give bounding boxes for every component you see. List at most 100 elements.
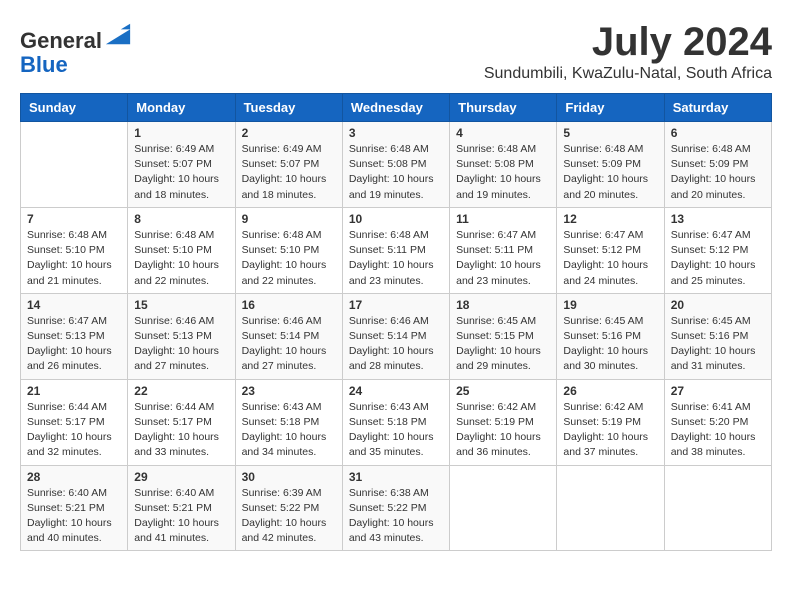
day-number: 5 [563, 126, 657, 140]
sunrise-text: Sunrise: 6:45 AM [671, 315, 751, 327]
day-number: 24 [349, 384, 443, 398]
table-row: 10 Sunrise: 6:48 AM Sunset: 5:11 PM Dayl… [342, 207, 449, 293]
daylight-text: Daylight: 10 hours and 18 minutes. [242, 173, 327, 200]
day-info: Sunrise: 6:48 AM Sunset: 5:08 PM Dayligh… [349, 142, 443, 203]
sunrise-text: Sunrise: 6:43 AM [242, 401, 322, 413]
table-row: 26 Sunrise: 6:42 AM Sunset: 5:19 PM Dayl… [557, 379, 664, 465]
day-info: Sunrise: 6:47 AM Sunset: 5:12 PM Dayligh… [671, 228, 765, 289]
daylight-text: Daylight: 10 hours and 23 minutes. [456, 259, 541, 286]
sunset-text: Sunset: 5:21 PM [27, 502, 105, 514]
sunrise-text: Sunrise: 6:48 AM [456, 143, 536, 155]
sunrise-text: Sunrise: 6:48 AM [134, 229, 214, 241]
table-row [664, 465, 771, 551]
day-number: 2 [242, 126, 336, 140]
day-number: 6 [671, 126, 765, 140]
table-row: 19 Sunrise: 6:45 AM Sunset: 5:16 PM Dayl… [557, 293, 664, 379]
day-info: Sunrise: 6:38 AM Sunset: 5:22 PM Dayligh… [349, 486, 443, 547]
table-row: 4 Sunrise: 6:48 AM Sunset: 5:08 PM Dayli… [450, 122, 557, 208]
daylight-text: Daylight: 10 hours and 38 minutes. [671, 431, 756, 458]
sunset-text: Sunset: 5:17 PM [27, 416, 105, 428]
sunrise-text: Sunrise: 6:47 AM [27, 315, 107, 327]
logo: General Blue [20, 20, 132, 77]
table-row: 23 Sunrise: 6:43 AM Sunset: 5:18 PM Dayl… [235, 379, 342, 465]
day-info: Sunrise: 6:48 AM Sunset: 5:10 PM Dayligh… [242, 228, 336, 289]
sunrise-text: Sunrise: 6:47 AM [563, 229, 643, 241]
day-number: 10 [349, 212, 443, 226]
day-number: 29 [134, 470, 228, 484]
sunset-text: Sunset: 5:14 PM [349, 330, 427, 342]
sunrise-text: Sunrise: 6:40 AM [134, 487, 214, 499]
calendar-week-2: 7 Sunrise: 6:48 AM Sunset: 5:10 PM Dayli… [21, 207, 772, 293]
day-info: Sunrise: 6:48 AM Sunset: 5:10 PM Dayligh… [27, 228, 121, 289]
day-info: Sunrise: 6:47 AM Sunset: 5:11 PM Dayligh… [456, 228, 550, 289]
daylight-text: Daylight: 10 hours and 19 minutes. [456, 173, 541, 200]
table-row: 25 Sunrise: 6:42 AM Sunset: 5:19 PM Dayl… [450, 379, 557, 465]
table-row: 29 Sunrise: 6:40 AM Sunset: 5:21 PM Dayl… [128, 465, 235, 551]
day-info: Sunrise: 6:40 AM Sunset: 5:21 PM Dayligh… [27, 486, 121, 547]
day-number: 17 [349, 298, 443, 312]
day-info: Sunrise: 6:42 AM Sunset: 5:19 PM Dayligh… [456, 400, 550, 461]
day-info: Sunrise: 6:45 AM Sunset: 5:16 PM Dayligh… [563, 314, 657, 375]
sunrise-text: Sunrise: 6:48 AM [671, 143, 751, 155]
logo-general: General [20, 28, 102, 53]
header-saturday: Saturday [664, 94, 771, 122]
sunset-text: Sunset: 5:08 PM [456, 158, 534, 170]
day-number: 25 [456, 384, 550, 398]
day-number: 1 [134, 126, 228, 140]
sunrise-text: Sunrise: 6:47 AM [456, 229, 536, 241]
calendar-week-4: 21 Sunrise: 6:44 AM Sunset: 5:17 PM Dayl… [21, 379, 772, 465]
sunset-text: Sunset: 5:18 PM [242, 416, 320, 428]
sunrise-text: Sunrise: 6:44 AM [27, 401, 107, 413]
header-tuesday: Tuesday [235, 94, 342, 122]
day-number: 12 [563, 212, 657, 226]
sunrise-text: Sunrise: 6:48 AM [563, 143, 643, 155]
header-thursday: Thursday [450, 94, 557, 122]
sunset-text: Sunset: 5:18 PM [349, 416, 427, 428]
daylight-text: Daylight: 10 hours and 42 minutes. [242, 517, 327, 544]
sunset-text: Sunset: 5:22 PM [242, 502, 320, 514]
sunset-text: Sunset: 5:10 PM [242, 244, 320, 256]
day-number: 18 [456, 298, 550, 312]
sunset-text: Sunset: 5:07 PM [134, 158, 212, 170]
day-number: 14 [27, 298, 121, 312]
table-row: 17 Sunrise: 6:46 AM Sunset: 5:14 PM Dayl… [342, 293, 449, 379]
sunset-text: Sunset: 5:13 PM [27, 330, 105, 342]
day-info: Sunrise: 6:39 AM Sunset: 5:22 PM Dayligh… [242, 486, 336, 547]
calendar-week-3: 14 Sunrise: 6:47 AM Sunset: 5:13 PM Dayl… [21, 293, 772, 379]
daylight-text: Daylight: 10 hours and 30 minutes. [563, 345, 648, 372]
daylight-text: Daylight: 10 hours and 27 minutes. [134, 345, 219, 372]
day-number: 15 [134, 298, 228, 312]
day-info: Sunrise: 6:47 AM Sunset: 5:13 PM Dayligh… [27, 314, 121, 375]
day-number: 30 [242, 470, 336, 484]
table-row [21, 122, 128, 208]
table-row: 1 Sunrise: 6:49 AM Sunset: 5:07 PM Dayli… [128, 122, 235, 208]
sunset-text: Sunset: 5:19 PM [563, 416, 641, 428]
daylight-text: Daylight: 10 hours and 37 minutes. [563, 431, 648, 458]
sunrise-text: Sunrise: 6:48 AM [349, 229, 429, 241]
daylight-text: Daylight: 10 hours and 32 minutes. [27, 431, 112, 458]
day-number: 7 [27, 212, 121, 226]
header-sunday: Sunday [21, 94, 128, 122]
day-number: 9 [242, 212, 336, 226]
table-row [450, 465, 557, 551]
sunrise-text: Sunrise: 6:49 AM [134, 143, 214, 155]
table-row: 21 Sunrise: 6:44 AM Sunset: 5:17 PM Dayl… [21, 379, 128, 465]
sunrise-text: Sunrise: 6:45 AM [563, 315, 643, 327]
sunset-text: Sunset: 5:13 PM [134, 330, 212, 342]
sunset-text: Sunset: 5:09 PM [671, 158, 749, 170]
daylight-text: Daylight: 10 hours and 25 minutes. [671, 259, 756, 286]
day-info: Sunrise: 6:46 AM Sunset: 5:14 PM Dayligh… [349, 314, 443, 375]
table-row: 11 Sunrise: 6:47 AM Sunset: 5:11 PM Dayl… [450, 207, 557, 293]
table-row: 9 Sunrise: 6:48 AM Sunset: 5:10 PM Dayli… [235, 207, 342, 293]
sunset-text: Sunset: 5:19 PM [456, 416, 534, 428]
daylight-text: Daylight: 10 hours and 28 minutes. [349, 345, 434, 372]
sunset-text: Sunset: 5:11 PM [349, 244, 426, 256]
daylight-text: Daylight: 10 hours and 41 minutes. [134, 517, 219, 544]
daylight-text: Daylight: 10 hours and 35 minutes. [349, 431, 434, 458]
sunrise-text: Sunrise: 6:49 AM [242, 143, 322, 155]
daylight-text: Daylight: 10 hours and 21 minutes. [27, 259, 112, 286]
sunrise-text: Sunrise: 6:47 AM [671, 229, 751, 241]
daylight-text: Daylight: 10 hours and 31 minutes. [671, 345, 756, 372]
daylight-text: Daylight: 10 hours and 22 minutes. [134, 259, 219, 286]
day-info: Sunrise: 6:41 AM Sunset: 5:20 PM Dayligh… [671, 400, 765, 461]
